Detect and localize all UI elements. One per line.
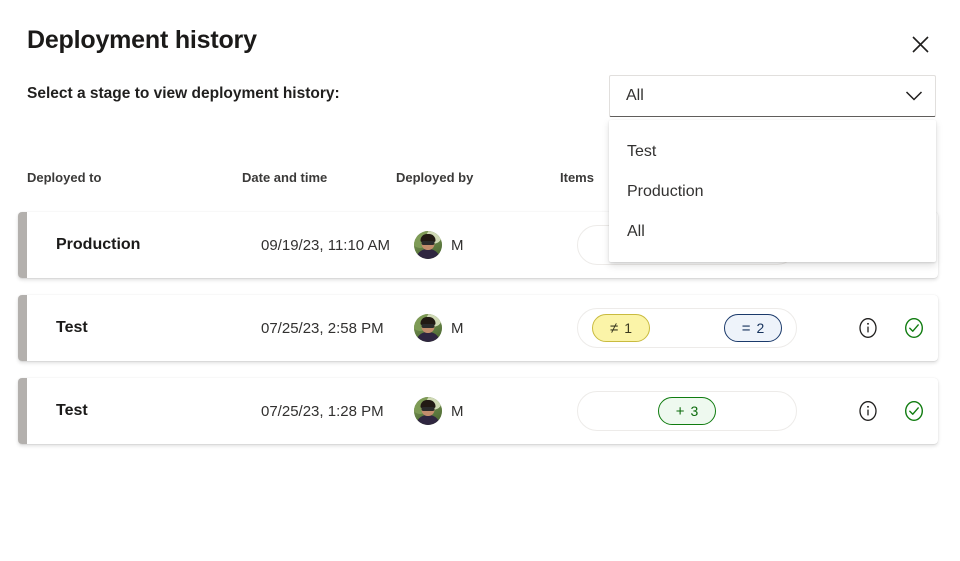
- items-container: + 3: [577, 391, 797, 431]
- row-stage: Production: [56, 236, 140, 254]
- avatar-sunglasses: [422, 241, 435, 245]
- badge-same-items[interactable]: = 2: [724, 314, 782, 342]
- stage-option-all[interactable]: All: [609, 212, 936, 252]
- table-row[interactable]: Test 07/25/23, 1:28 PM M +: [18, 378, 938, 444]
- deployed-by-name: M: [451, 237, 464, 254]
- stage-filter-label: Select a stage to view deployment histor…: [27, 85, 340, 103]
- deployment-history-panel: Deployment history Select a stage to vie…: [0, 0, 960, 561]
- info-glyph: [857, 317, 879, 339]
- page-title: Deployment history: [27, 26, 257, 55]
- stage-select-wrap: All: [609, 75, 936, 117]
- row-datetime: 09/19/23, 11:10 AM: [261, 237, 390, 254]
- chevron-down-icon: [905, 90, 923, 102]
- column-header-deployed-to: Deployed to: [27, 170, 101, 185]
- row-deployed-by: M: [414, 231, 464, 259]
- avatar: [414, 397, 442, 425]
- row-items: ≠ 1 = 2: [577, 308, 797, 348]
- row-stage: Test: [56, 402, 88, 420]
- not-equal-icon: ≠: [610, 321, 618, 336]
- stage-select[interactable]: All: [609, 75, 936, 117]
- stage-select-menu: Test Production All: [609, 120, 936, 262]
- check-circle-glyph: [903, 317, 925, 339]
- row-actions: [856, 316, 926, 340]
- stage-select-value: All: [626, 87, 905, 105]
- column-header-items: Items: [560, 170, 594, 185]
- table-row[interactable]: Test 07/25/23, 2:58 PM M ≠: [18, 295, 938, 361]
- row-accent-bar: [18, 295, 27, 361]
- column-header-deployed-by: Deployed by: [396, 170, 473, 185]
- avatar: [414, 231, 442, 259]
- close-glyph: [911, 35, 930, 54]
- row-datetime: 07/25/23, 1:28 PM: [261, 403, 384, 420]
- avatar-sunglasses: [422, 324, 435, 328]
- badge-count: 2: [756, 320, 764, 336]
- row-items: + 3: [577, 391, 797, 431]
- chevron-glyph: [905, 90, 923, 102]
- row-stage: Test: [56, 319, 88, 337]
- row-deployed-by: M: [414, 397, 464, 425]
- row-accent-bar: [18, 212, 27, 278]
- close-icon[interactable]: [902, 26, 938, 62]
- deployed-by-name: M: [451, 320, 464, 337]
- stage-option-production[interactable]: Production: [609, 172, 936, 212]
- row-actions: [856, 399, 926, 423]
- badge-count: 1: [624, 320, 632, 336]
- info-icon[interactable]: [856, 316, 880, 340]
- column-header-date-time: Date and time: [242, 170, 327, 185]
- success-check-icon[interactable]: [902, 316, 926, 340]
- success-check-icon[interactable]: [902, 399, 926, 423]
- info-glyph: [857, 400, 879, 422]
- plus-icon: +: [676, 404, 685, 419]
- row-deployed-by: M: [414, 314, 464, 342]
- row-datetime: 07/25/23, 2:58 PM: [261, 320, 384, 337]
- info-icon[interactable]: [856, 399, 880, 423]
- badge-count: 3: [690, 403, 698, 419]
- deployed-by-name: M: [451, 403, 464, 420]
- badge-new-items[interactable]: + 3: [658, 397, 716, 425]
- avatar: [414, 314, 442, 342]
- equals-icon: =: [742, 321, 751, 336]
- row-accent-bar: [18, 378, 27, 444]
- avatar-sunglasses: [422, 407, 435, 411]
- check-circle-glyph: [903, 400, 925, 422]
- badge-changed-items[interactable]: ≠ 1: [592, 314, 650, 342]
- stage-option-test[interactable]: Test: [609, 132, 936, 172]
- items-container: ≠ 1 = 2: [577, 308, 797, 348]
